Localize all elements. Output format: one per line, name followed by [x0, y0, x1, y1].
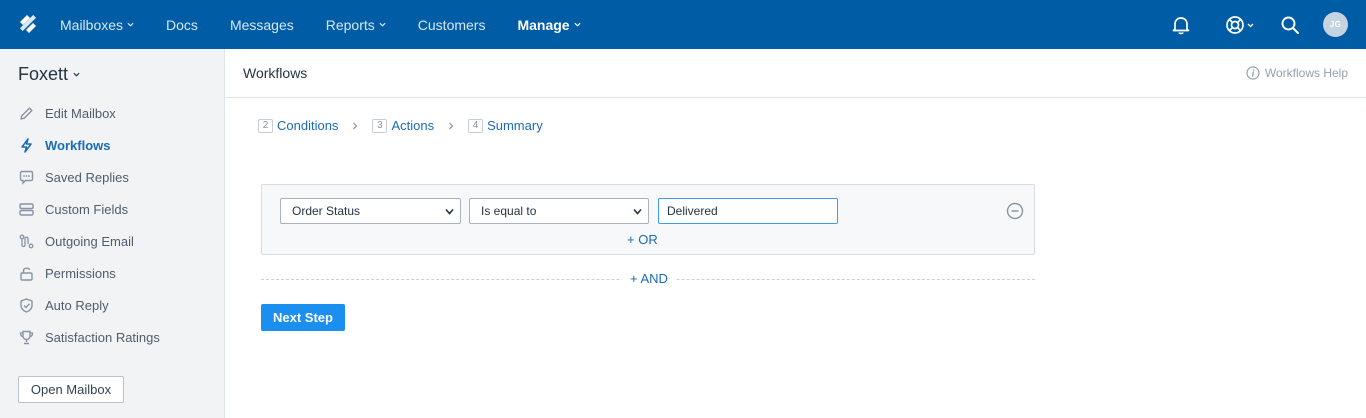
sidebar-item-saved-replies[interactable]: Saved Replies — [0, 161, 224, 193]
sidebar-menu: Edit Mailbox Workflows Saved Replies Cus… — [0, 97, 224, 353]
condition-operator-select[interactable]: Is equal to — [469, 198, 649, 224]
shield-check-icon — [20, 297, 33, 313]
route-icon — [19, 234, 34, 248]
page-header: Workflows Workflows Help — [225, 49, 1366, 98]
remove-condition-icon[interactable] — [1006, 202, 1024, 220]
step-number: 3 — [372, 118, 388, 133]
sidebar-item-auto-reply[interactable]: Auto Reply — [0, 289, 224, 321]
nav-mailboxes-label: Mailboxes — [60, 16, 124, 33]
help-link-label: Workflows Help — [1264, 66, 1348, 80]
speech-bubble-icon — [19, 170, 34, 185]
sidebar-item-edit-mailbox[interactable]: Edit Mailbox — [0, 97, 224, 129]
nav-docs[interactable]: Docs — [150, 0, 214, 49]
helpscout-logo-icon[interactable] — [17, 13, 39, 35]
sidebar-item-outgoing-email[interactable]: Outgoing Email — [0, 225, 224, 257]
sidebar-item-label: Satisfaction Ratings — [45, 329, 160, 345]
fields-icon — [19, 202, 34, 216]
sidebar-item-label: Saved Replies — [45, 169, 129, 185]
chevron-down-icon — [633, 208, 642, 215]
nav-reports[interactable]: Reports — [310, 0, 402, 49]
condition-group: Order Status Is equal to + OR — [261, 184, 1035, 255]
sidebar-item-label: Permissions — [45, 265, 116, 281]
nav-mailboxes[interactable]: Mailboxes — [44, 0, 150, 49]
trophy-icon — [19, 330, 34, 344]
info-icon — [1246, 66, 1260, 80]
search-icon[interactable] — [1278, 13, 1302, 37]
top-navigation-bar: Mailboxes Docs Messages Reports Customer… — [0, 0, 1366, 49]
sidebar-item-label: Auto Reply — [45, 297, 109, 313]
condition-field-value: Order Status — [292, 204, 361, 218]
step-number: 4 — [468, 118, 484, 133]
nav-docs-label: Docs — [166, 16, 198, 33]
condition-field-select[interactable]: Order Status — [280, 198, 461, 224]
nav-customers[interactable]: Customers — [402, 0, 502, 49]
sidebar-item-label: Workflows — [45, 137, 111, 153]
help-lifebuoy-icon[interactable] — [1224, 13, 1258, 37]
condition-value-input[interactable] — [658, 198, 838, 224]
next-step-button[interactable]: Next Step — [261, 304, 345, 331]
add-or-condition-link[interactable]: + OR — [627, 232, 658, 247]
sidebar-item-permissions[interactable]: Permissions — [0, 257, 224, 289]
sidebar-item-workflows[interactable]: Workflows — [0, 129, 224, 161]
nav-messages[interactable]: Messages — [214, 0, 310, 49]
nav-customers-label: Customers — [417, 16, 486, 33]
sidebar-item-label: Outgoing Email — [45, 233, 134, 249]
bell-icon[interactable] — [1169, 13, 1193, 37]
lightning-icon — [21, 137, 32, 153]
settings-sidebar: Foxett Edit Mailbox Workflows Saved Repl… — [0, 49, 225, 418]
workflow-steps-breadcrumb: 2 Conditions 3 Actions 4 Summary — [258, 118, 543, 133]
chevron-down-icon — [445, 208, 454, 215]
chevron-down-icon — [574, 22, 581, 27]
sidebar-item-label: Edit Mailbox — [45, 105, 116, 121]
step-label: Conditions — [277, 118, 339, 133]
mailbox-switcher[interactable]: Foxett — [18, 64, 80, 85]
step-label: Summary — [487, 118, 543, 133]
step-actions[interactable]: 3 Actions — [372, 118, 434, 133]
and-divider: + AND — [261, 271, 1035, 287]
chevron-right-icon — [353, 122, 358, 129]
step-label: Actions — [391, 118, 435, 133]
nav-manage-label: Manage — [517, 16, 570, 33]
lock-icon — [20, 266, 33, 281]
pencil-icon — [20, 106, 33, 120]
sidebar-item-satisfaction-ratings[interactable]: Satisfaction Ratings — [0, 321, 224, 353]
step-conditions[interactable]: 2 Conditions — [258, 118, 338, 133]
main-content: Workflows Workflows Help 2 Conditions 3 … — [225, 49, 1366, 418]
chevron-down-icon — [73, 72, 80, 77]
main-menu: Mailboxes Docs Messages Reports Customer… — [44, 0, 597, 49]
nav-messages-label: Messages — [229, 16, 294, 33]
mailbox-name: Foxett — [18, 64, 69, 84]
user-avatar[interactable]: JG — [1323, 12, 1348, 37]
step-number: 2 — [258, 118, 273, 133]
sidebar-item-label: Custom Fields — [45, 201, 129, 217]
chevron-right-icon — [449, 122, 454, 129]
page-title: Workflows — [243, 65, 308, 81]
add-and-condition-link[interactable]: + AND — [622, 271, 676, 286]
open-mailbox-button[interactable]: Open Mailbox — [18, 376, 124, 403]
workflows-help-link[interactable]: Workflows Help — [1246, 66, 1348, 80]
step-summary[interactable]: 4 Summary — [468, 118, 543, 133]
condition-operator-value: Is equal to — [481, 204, 537, 218]
nav-reports-label: Reports — [325, 16, 375, 33]
sidebar-item-custom-fields[interactable]: Custom Fields — [0, 193, 224, 225]
chevron-down-icon — [379, 22, 386, 27]
chevron-down-icon — [127, 22, 134, 27]
nav-manage[interactable]: Manage — [501, 0, 596, 49]
